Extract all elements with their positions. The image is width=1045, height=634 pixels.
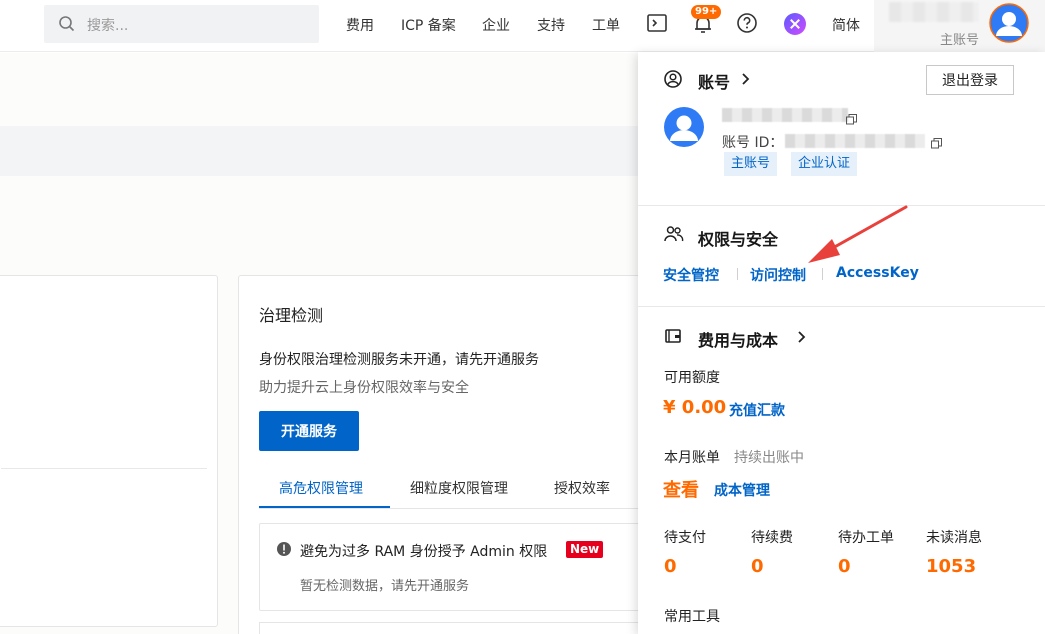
account-name-redacted <box>889 2 979 22</box>
link-security-control[interactable]: 安全管控 <box>663 265 719 285</box>
help-icon[interactable] <box>736 12 760 36</box>
left-card <box>0 275 218 627</box>
user-avatar[interactable] <box>989 3 1029 47</box>
active-tab-indicator <box>259 506 390 508</box>
nav-item-enterprise[interactable]: 企业 <box>482 15 510 35</box>
tag-main-account: 主账号 <box>724 152 778 176</box>
logout-button[interactable]: 退出登录 <box>926 65 1014 95</box>
stat-label-unread-messages: 未读消息 <box>926 530 982 546</box>
search-placeholder: 搜索... <box>87 18 129 34</box>
link-view-bill[interactable]: 查看 <box>663 476 699 502</box>
check-item-2 <box>259 622 649 634</box>
available-credit-value: ¥ 0.00 <box>663 397 727 418</box>
monthly-bill-status: 持续出账中 <box>734 450 804 466</box>
open-service-button[interactable]: 开通服务 <box>259 411 359 451</box>
link-access-control[interactable]: 访问控制 <box>750 265 806 285</box>
copy-icon[interactable] <box>931 134 942 149</box>
nav-item-ticket[interactable]: 工单 <box>592 15 620 35</box>
chevron-right-icon[interactable] <box>740 71 752 91</box>
search-icon <box>58 15 76 37</box>
card-subdescription: 助力提升云上身份权限效率与安全 <box>259 380 469 396</box>
search-box[interactable]: 搜索... <box>44 5 319 43</box>
panel-avatar <box>663 106 705 152</box>
card-description: 身份权限治理检测服务未开通，请先开通服务 <box>259 352 539 368</box>
tab-auth-efficiency[interactable]: 授权效率 <box>554 478 610 498</box>
notification-badge: 99+ <box>691 5 722 19</box>
tabs-divider <box>259 508 649 509</box>
account-role-label: 主账号 <box>940 33 980 48</box>
account-id-redacted <box>785 134 925 148</box>
billing-section-title[interactable]: 费用与成本 <box>698 327 778 351</box>
copy-icon[interactable] <box>846 110 857 125</box>
stat-value-pending-renewal[interactable]: 0 <box>751 556 764 577</box>
available-credit-label: 可用额度 <box>664 370 720 386</box>
chevron-right-icon[interactable] <box>796 329 808 349</box>
check-item-status: 暂无检测数据，请先开通服务 <box>300 579 470 594</box>
stat-value-pending-payment[interactable]: 0 <box>664 556 677 577</box>
card-title: 治理检测 <box>259 306 324 325</box>
nav-item-support[interactable]: 支持 <box>537 15 565 35</box>
tab-fine-grained[interactable]: 细粒度权限管理 <box>410 478 508 498</box>
account-name-redacted <box>722 108 848 122</box>
ai-assistant-icon[interactable] <box>783 12 807 36</box>
new-badge: New <box>566 541 604 558</box>
terminal-icon[interactable] <box>646 12 670 36</box>
stat-value-unread-messages[interactable]: 1053 <box>926 556 976 577</box>
check-item <box>259 523 649 611</box>
nav-item-fees[interactable]: 费用 <box>346 15 374 35</box>
stat-label-pending-tickets: 待办工单 <box>838 530 894 546</box>
users-icon <box>664 225 684 247</box>
account-section-title[interactable]: 账号 <box>698 69 730 93</box>
warning-icon <box>276 541 292 561</box>
nav-item-icp[interactable]: ICP 备案 <box>401 15 456 35</box>
wallet-icon <box>664 327 682 349</box>
tag-enterprise-verified[interactable]: 企业认证 <box>791 152 858 176</box>
common-tools-label: 常用工具 <box>664 609 720 625</box>
link-separator <box>737 268 738 280</box>
annotation-arrow <box>800 205 912 271</box>
stat-label-pending-payment: 待支付 <box>664 530 706 546</box>
top-navigation-bar: 搜索... 费用 ICP 备案 企业 支持 工单 99+ 简体 主账号 <box>0 0 1045 52</box>
account-id-label: 账号 ID： <box>722 135 784 151</box>
stat-label-pending-renewal: 待续费 <box>751 530 793 546</box>
check-item-title: 避免为过多 RAM 身份授予 Admin 权限 <box>300 544 548 560</box>
tab-high-risk[interactable]: 高危权限管理 <box>279 478 363 498</box>
section-divider <box>638 306 1045 307</box>
user-circle-icon <box>664 70 682 92</box>
stat-value-pending-tickets[interactable]: 0 <box>838 556 851 577</box>
monthly-bill-label: 本月账单 <box>664 450 720 466</box>
link-cost-management[interactable]: 成本管理 <box>714 480 770 500</box>
link-recharge[interactable]: 充值汇款 <box>729 400 785 420</box>
security-section-title: 权限与安全 <box>698 230 779 249</box>
language-switch[interactable]: 简体 <box>832 15 860 35</box>
